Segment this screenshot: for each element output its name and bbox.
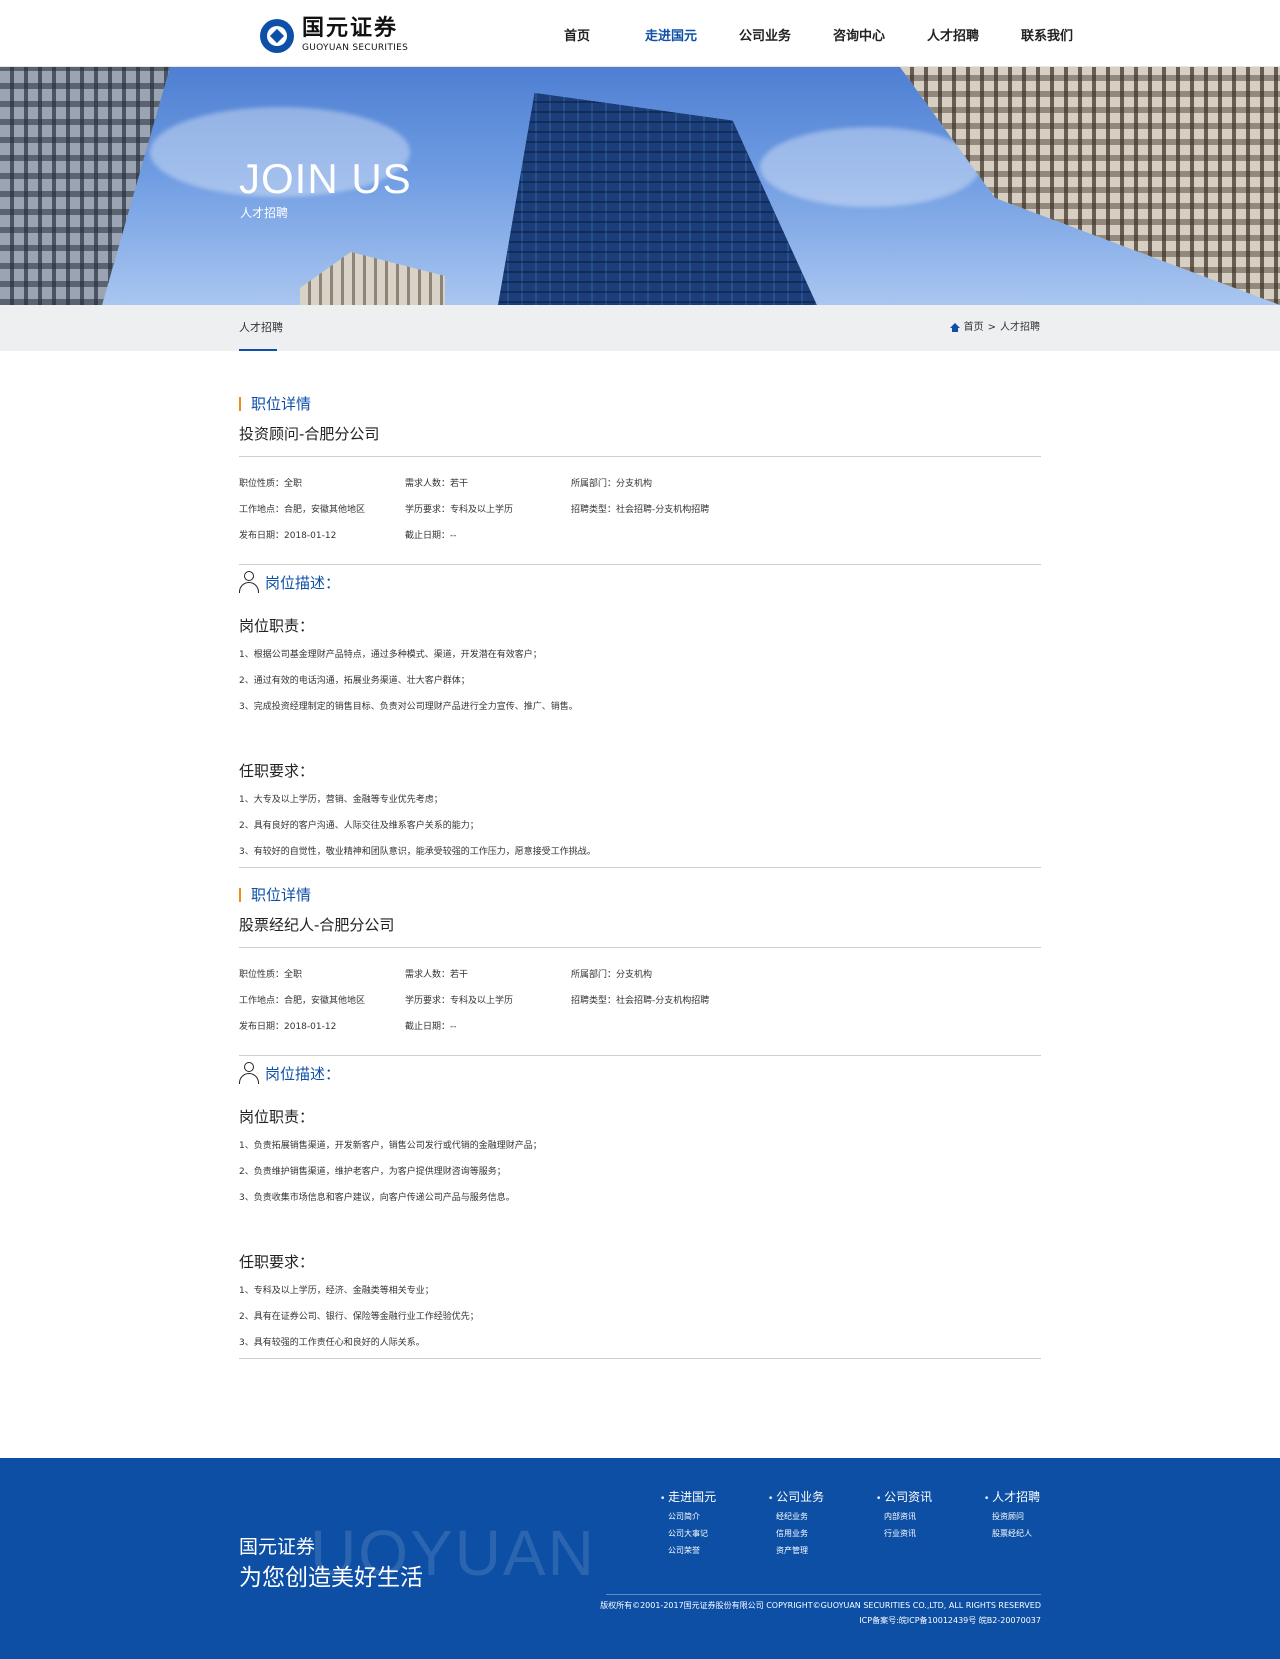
- copyright-text: 版权所有©2001-2017国元证券股份有限公司 COPYRIGHT©GUOYU…: [600, 1601, 1041, 1610]
- footer-column-news: 公司资讯 内部资讯 行业资讯: [876, 1488, 984, 1556]
- list-item: 1、根据公司基金理财产品特点，通过多种模式、渠道，开发潜在有效客户；: [239, 650, 542, 660]
- job-type: 职位性质：全职: [239, 479, 303, 489]
- list-item: 3、具有较强的工作责任心和良好的人际关系。: [239, 1338, 425, 1348]
- nav-home[interactable]: 首页: [530, 0, 624, 67]
- nav-news[interactable]: 咨询中心: [812, 0, 906, 67]
- section-bar: 人才招聘 首页 > 人才招聘: [0, 305, 1280, 351]
- building-middle-image: [300, 252, 445, 305]
- section-tab[interactable]: 人才招聘: [239, 305, 283, 351]
- divider: [239, 1358, 1041, 1359]
- list-item: 1、大专及以上学历，营销、金融等专业优先考虑；: [239, 795, 443, 805]
- requirements-list: 1、专科及以上学历，经济、金融类等相关专业； 2、具有在证券公司、银行、保险等金…: [239, 1278, 1041, 1356]
- requirements-title: 任职要求：: [239, 1253, 315, 1271]
- job-publish-date: 发布日期：2018-01-12: [239, 1022, 337, 1032]
- breadcrumb: 首页 > 人才招聘: [949, 305, 1040, 351]
- job-department: 所属部门：分支机构: [571, 970, 653, 980]
- duties-list: 1、负责拓展销售渠道，开发新客户，销售公司发行或代销的金融理财产品； 2、负责维…: [239, 1133, 1041, 1211]
- list-item: 2、负责维护销售渠道，维护老客户，为客户提供理财咨询等服务；: [239, 1167, 506, 1177]
- hero-banner: JOIN US 人才招聘: [0, 67, 1280, 305]
- logo[interactable]: 国元证券 GUOYUAN SECURITIES: [260, 18, 408, 53]
- footer-link[interactable]: 信用业务: [768, 1528, 876, 1539]
- job-description-heading: 岗位描述：: [239, 571, 1041, 593]
- main-nav: 首页 走进国元 公司业务 咨询中心 人才招聘 联系我们: [530, 0, 1094, 67]
- job-type: 职位性质：全职: [239, 970, 303, 980]
- job-detail-label: 职位详情: [239, 393, 1041, 414]
- job-location: 工作地点：合肥，安徽其他地区: [239, 505, 366, 515]
- list-item: 2、具有良好的客户沟通、人际交往及维系客户关系的能力；: [239, 821, 479, 831]
- job-education: 学历要求：专科及以上学历: [405, 505, 514, 515]
- job-card: 职位详情 股票经纪人-合肥分公司 职位性质：全职 需求人数：若干 所属部门：分支…: [239, 884, 1041, 1359]
- job-info: 职位性质：全职 需求人数：若干 所属部门：分支机构 工作地点：合肥，安徽其他地区…: [239, 948, 1041, 1056]
- job-deadline: 截止日期：--: [405, 1022, 457, 1032]
- footer-link[interactable]: 股票经纪人: [984, 1528, 1092, 1539]
- person-icon: [239, 571, 259, 593]
- footer-link[interactable]: 内部资讯: [876, 1511, 984, 1522]
- banner-title: JOIN US: [239, 155, 412, 202]
- job-title: 股票经纪人-合肥分公司: [239, 914, 1041, 948]
- icp-text: ICP备案号:皖ICP备10012439号 皖B2-20070037: [859, 1616, 1041, 1625]
- footer-column-business: 公司业务 经纪业务 信用业务 资产管理: [768, 1488, 876, 1556]
- footer-links: 走进国元 公司简介 公司大事记 公司荣誉 公司业务 经纪业务 信用业务 资产管理…: [660, 1488, 1092, 1556]
- breadcrumb-home[interactable]: 首页: [964, 305, 984, 351]
- list-item: 3、负责收集市场信息和客户建议，向客户传递公司产品与服务信息。: [239, 1193, 515, 1203]
- list-item: 3、有较好的自觉性，敬业精神和团队意识，能承受较强的工作压力，愿意接受工作挑战。: [239, 847, 596, 857]
- footer-link[interactable]: 经纪业务: [768, 1511, 876, 1522]
- list-item: 1、负责拓展销售渠道，开发新客户，销售公司发行或代销的金融理财产品；: [239, 1141, 542, 1151]
- job-headcount: 需求人数：若干: [405, 970, 469, 980]
- footer-link[interactable]: 资产管理: [768, 1545, 876, 1556]
- duties-title: 岗位职责：: [239, 1108, 315, 1126]
- nav-contact[interactable]: 联系我们: [1000, 0, 1094, 67]
- site-header: 国元证券 GUOYUAN SECURITIES 首页 走进国元 公司业务 咨询中…: [0, 0, 1280, 67]
- job-headcount: 需求人数：若干: [405, 479, 469, 489]
- job-location: 工作地点：合肥，安徽其他地区: [239, 996, 366, 1006]
- footer-link[interactable]: 投资顾问: [984, 1511, 1092, 1522]
- list-item: 1、专科及以上学历，经济、金融类等相关专业；: [239, 1286, 434, 1296]
- footer-link[interactable]: 公司荣誉: [660, 1545, 768, 1556]
- footer-slogan-brand: 国元证券: [239, 1536, 316, 1558]
- duties-list: 1、根据公司基金理财产品特点，通过多种模式、渠道，开发潜在有效客户； 2、通过有…: [239, 642, 1041, 720]
- job-info: 职位性质：全职 需求人数：若干 所属部门：分支机构 工作地点：合肥，安徽其他地区…: [239, 457, 1041, 565]
- nav-business[interactable]: 公司业务: [718, 0, 812, 67]
- job-title: 投资顾问-合肥分公司: [239, 423, 1041, 457]
- nav-about[interactable]: 走进国元: [624, 0, 718, 67]
- list-item: 2、具有在证券公司、银行、保险等金融行业工作经验优先；: [239, 1312, 479, 1322]
- job-detail-label: 职位详情: [239, 884, 1041, 905]
- banner-subtitle: 人才招聘: [240, 206, 289, 220]
- nav-careers[interactable]: 人才招聘: [906, 0, 1000, 67]
- footer-slogan: 为您创造美好生活: [239, 1565, 423, 1591]
- job-department: 所属部门：分支机构: [571, 479, 653, 489]
- person-icon: [239, 1062, 259, 1084]
- cloud-decoration: [760, 127, 980, 207]
- logo-cn-text: 国元证券: [302, 16, 399, 41]
- job-deadline: 截止日期：--: [405, 531, 457, 541]
- job-card: 职位详情 投资顾问-合肥分公司 职位性质：全职 需求人数：若干 所属部门：分支机…: [239, 393, 1041, 868]
- breadcrumb-current: 人才招聘: [1000, 322, 1040, 333]
- job-description-heading: 岗位描述：: [239, 1062, 1041, 1084]
- home-icon: [949, 323, 960, 333]
- duties-title: 岗位职责：: [239, 617, 315, 635]
- job-listings: 职位详情 投资顾问-合肥分公司 职位性质：全职 需求人数：若干 所属部门：分支机…: [239, 351, 1041, 1359]
- footer-column-about: 走进国元 公司简介 公司大事记 公司荣誉: [660, 1488, 768, 1556]
- footer-link[interactable]: 公司大事记: [660, 1528, 768, 1539]
- footer-link[interactable]: 行业资讯: [876, 1528, 984, 1539]
- footer-link[interactable]: 公司简介: [660, 1511, 768, 1522]
- footer-column-careers: 人才招聘 投资顾问 股票经纪人: [984, 1488, 1092, 1556]
- job-publish-date: 发布日期：2018-01-12: [239, 531, 337, 541]
- footer-divider: [606, 1594, 1041, 1595]
- job-recruit-type: 招聘类型：社会招聘-分支机构招聘: [571, 505, 710, 515]
- job-education: 学历要求：专科及以上学历: [405, 996, 514, 1006]
- logo-mark-icon: [260, 18, 294, 53]
- logo-en-text: GUOYUAN SECURITIES: [302, 43, 409, 53]
- requirements-title: 任职要求：: [239, 762, 315, 780]
- job-recruit-type: 招聘类型：社会招聘-分支机构招聘: [571, 996, 710, 1006]
- divider: [239, 867, 1041, 868]
- list-item: 3、完成投资经理制定的销售目标、负责对公司理财产品进行全力宣传、推广、销售。: [239, 702, 578, 712]
- site-footer: UOYUAN 国元证券 为您创造美好生活 走进国元 公司简介 公司大事记 公司荣…: [0, 1458, 1280, 1659]
- list-item: 2、通过有效的电话沟通，拓展业务渠道、壮大客户群体；: [239, 676, 470, 686]
- requirements-list: 1、大专及以上学历，营销、金融等专业优先考虑； 2、具有良好的客户沟通、人际交往…: [239, 787, 1041, 865]
- breadcrumb-separator: >: [987, 322, 996, 333]
